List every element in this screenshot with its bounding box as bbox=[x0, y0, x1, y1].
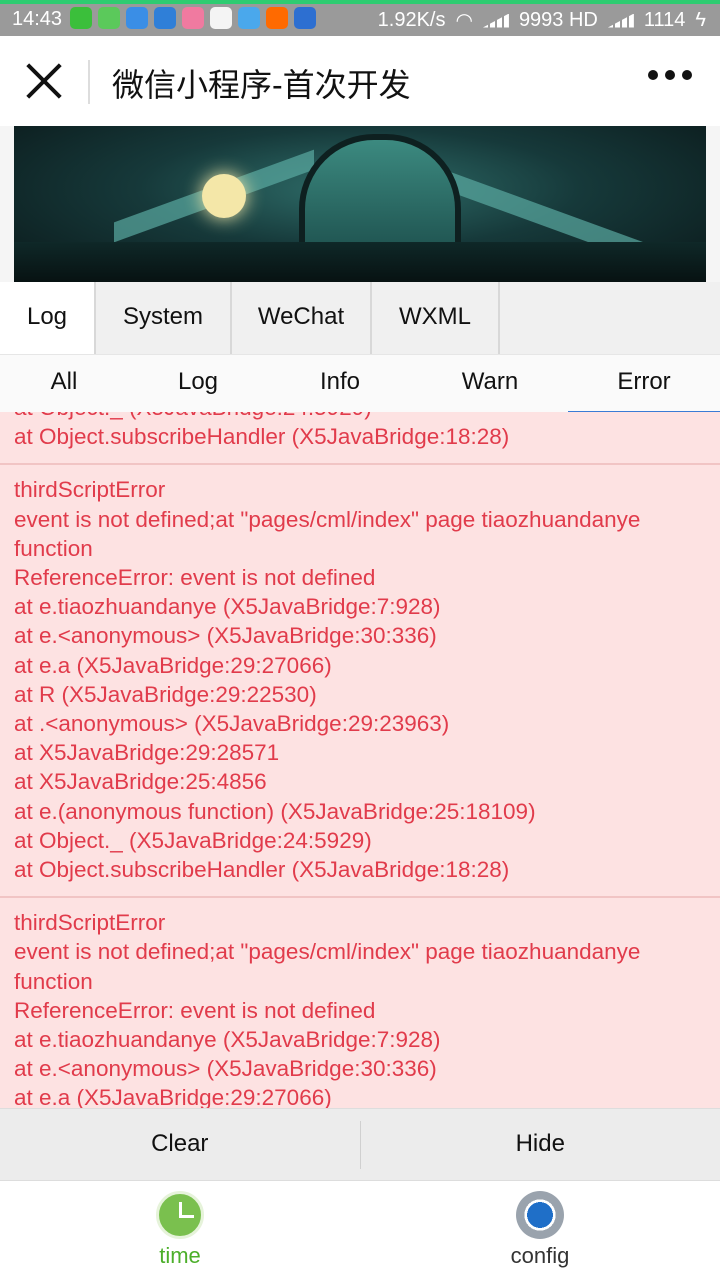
page-title: 微信小程序-首次开发 bbox=[112, 60, 411, 106]
log-line: ReferenceError: event is not defined bbox=[14, 996, 706, 1025]
log-entry: at Object._ (X5JavaBridge:24:5929) at Ob… bbox=[0, 412, 720, 465]
status-time: 14:43 bbox=[12, 8, 62, 31]
log-line: at Object._ (X5JavaBridge:24:5929) bbox=[14, 826, 706, 855]
notification-icons bbox=[70, 7, 316, 29]
hide-button[interactable]: Hide bbox=[361, 1109, 720, 1181]
gear-icon bbox=[516, 1191, 564, 1239]
error-log-list[interactable]: at Object._ (X5JavaBridge:24:5929) at Ob… bbox=[0, 412, 720, 1108]
tab-wechat[interactable]: WeChat bbox=[232, 282, 372, 354]
nav-label-config: config bbox=[440, 1243, 640, 1269]
clock-icon bbox=[156, 1191, 204, 1239]
console-actions: Clear Hide bbox=[0, 1108, 720, 1181]
network-speed: 1.92K/s bbox=[378, 9, 446, 32]
tab-log[interactable]: Log bbox=[0, 282, 96, 354]
qq-icon bbox=[126, 7, 148, 29]
qq-icon bbox=[154, 7, 176, 29]
divider bbox=[88, 60, 90, 104]
log-line: at X5JavaBridge:25:4856 bbox=[14, 767, 706, 796]
filter-error[interactable]: Error bbox=[568, 355, 720, 413]
log-line: at X5JavaBridge:29:28571 bbox=[14, 738, 706, 767]
log-line: at .<anonymous> (X5JavaBridge:29:23963) bbox=[14, 709, 706, 738]
log-line: at e.a (X5JavaBridge:29:27066) bbox=[14, 1083, 706, 1108]
nav-item-time[interactable]: time bbox=[80, 1191, 280, 1269]
clear-button[interactable]: Clear bbox=[0, 1109, 360, 1181]
log-line: at Object._ (X5JavaBridge:24:5929) bbox=[14, 412, 706, 422]
nav-item-config[interactable]: config bbox=[440, 1191, 640, 1269]
title-bar: 微信小程序-首次开发 bbox=[0, 36, 720, 126]
log-entry: thirdScriptError event is not defined;at… bbox=[0, 898, 720, 1108]
log-line: at e.<anonymous> (X5JavaBridge:30:336) bbox=[14, 621, 706, 650]
carrier-2: 1114 bbox=[644, 9, 686, 32]
log-line: at e.<anonymous> (X5JavaBridge:30:336) bbox=[14, 1054, 706, 1083]
signal-icon bbox=[608, 14, 634, 28]
log-line: event is not defined;at "pages/cml/index… bbox=[14, 937, 706, 995]
more-icon[interactable] bbox=[648, 70, 692, 80]
log-line: ReferenceError: event is not defined bbox=[14, 563, 706, 592]
banner-image bbox=[14, 126, 706, 282]
charging-icon: ϟ bbox=[695, 9, 706, 32]
filter-log[interactable]: Log bbox=[128, 355, 268, 413]
log-line: at e.tiaozhuandanye (X5JavaBridge:7:928) bbox=[14, 592, 706, 621]
phone-icon bbox=[98, 7, 120, 29]
log-line: at Object.subscribeHandler (X5JavaBridge… bbox=[14, 422, 706, 451]
filter-all[interactable]: All bbox=[0, 355, 128, 413]
status-indicator-line bbox=[0, 0, 720, 4]
log-line: at e.tiaozhuandanye (X5JavaBridge:7:928) bbox=[14, 1025, 706, 1054]
taobao-icon bbox=[266, 7, 288, 29]
log-line: at e.(anonymous function) (X5JavaBridge:… bbox=[14, 797, 706, 826]
log-line: event is not defined;at "pages/cml/index… bbox=[14, 505, 706, 563]
tab-wxml[interactable]: WXML bbox=[372, 282, 500, 354]
nav-label-time: time bbox=[80, 1243, 280, 1269]
wifi-icon: ◠ bbox=[455, 8, 472, 33]
filter-warn[interactable]: Warn bbox=[412, 355, 568, 413]
weibo-icon bbox=[210, 7, 232, 29]
chat-icon bbox=[238, 7, 260, 29]
log-filter-tabs: All Log Info Warn Error bbox=[0, 354, 720, 413]
log-line: thirdScriptError bbox=[14, 475, 706, 504]
log-line: at e.a (X5JavaBridge:29:27066) bbox=[14, 651, 706, 680]
log-entry: thirdScriptError event is not defined;at… bbox=[0, 465, 720, 898]
app-icon bbox=[294, 7, 316, 29]
close-icon[interactable] bbox=[22, 60, 66, 104]
carrier-1: 9993 HD bbox=[519, 9, 598, 32]
bottom-nav: time config bbox=[0, 1180, 720, 1281]
wechat-icon bbox=[70, 7, 92, 29]
filter-info[interactable]: Info bbox=[268, 355, 412, 413]
log-line: at Object.subscribeHandler (X5JavaBridge… bbox=[14, 855, 706, 884]
status-bar: 14:43 1.92K/s ◠ 9993 HD 1114 ϟ bbox=[0, 0, 720, 36]
log-line: at R (X5JavaBridge:29:22530) bbox=[14, 680, 706, 709]
tab-system[interactable]: System bbox=[96, 282, 232, 354]
console-tabs: Log System WeChat WXML bbox=[0, 282, 720, 354]
status-right: 1.92K/s ◠ 9993 HD 1114 ϟ bbox=[378, 8, 706, 33]
app-icon bbox=[182, 7, 204, 29]
signal-icon bbox=[483, 14, 509, 28]
log-line: thirdScriptError bbox=[14, 908, 706, 937]
